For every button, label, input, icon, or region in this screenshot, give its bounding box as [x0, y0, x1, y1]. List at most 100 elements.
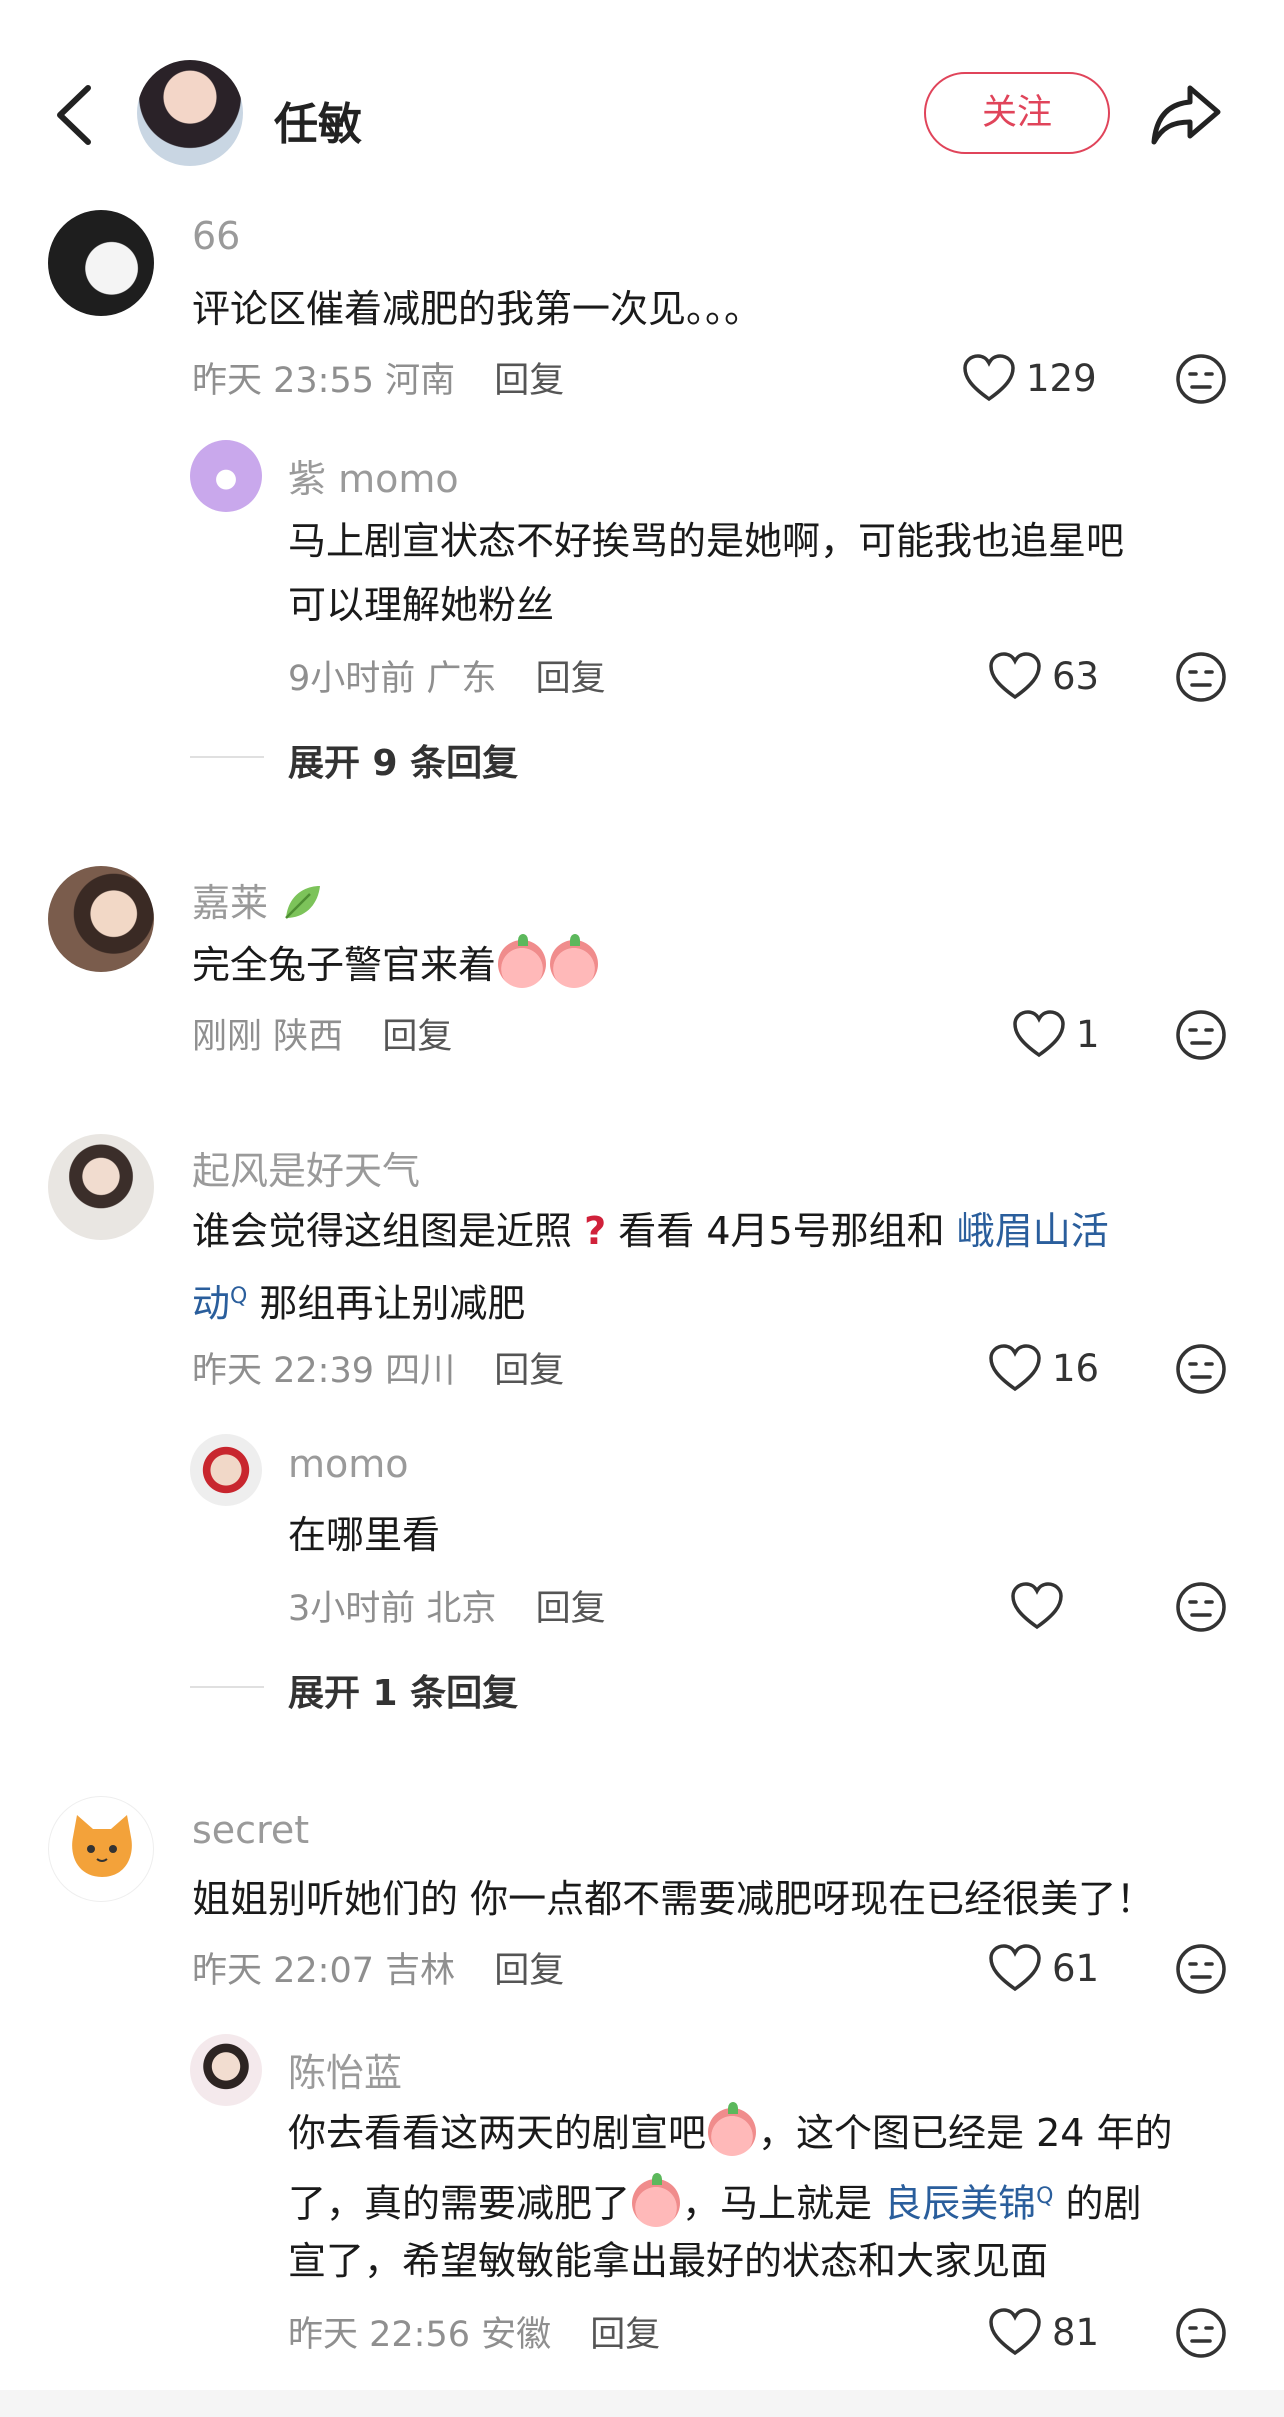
like-button[interactable]: 61 [988, 1940, 1099, 1996]
dislike-icon[interactable] [1174, 1942, 1228, 1996]
comment-text: 姐姐别听她们的 你一点都不需要减肥呀现在已经很美了！ [192, 1877, 1155, 1921]
topic-link[interactable]: 动 [192, 1282, 230, 1326]
reply-button[interactable]: 回复 [494, 1951, 564, 1991]
like-count: 16 [1052, 1346, 1100, 1390]
topic-link[interactable]: 良辰美锦 [884, 2182, 1036, 2226]
comment-username[interactable]: 起风是好天气 [192, 1140, 420, 1195]
comment-username[interactable]: secret [192, 1808, 309, 1852]
crying-peach-emoji-icon [498, 934, 547, 988]
dislike-icon[interactable] [1174, 352, 1228, 406]
reply-meta: 9小时前 广东 回复 [288, 650, 606, 701]
comment-location: 吉林 [385, 1951, 456, 1991]
reply-text-part: ，马上就是 [682, 2181, 885, 2226]
reply-button[interactable]: 回复 [382, 1017, 452, 1057]
topic-link[interactable]: 峨眉山活 [957, 1209, 1109, 1253]
reply-meta: 3小时前 北京 回复 [288, 1580, 606, 1631]
like-button[interactable] [1010, 1578, 1074, 1634]
comment-time: 刚刚 [192, 1017, 263, 1057]
reply-text: 在哪里看 [288, 1513, 441, 1557]
heart-icon [989, 1944, 1041, 1992]
like-count: 129 [1026, 356, 1097, 400]
user-avatar[interactable] [48, 1796, 154, 1902]
reply-location: 广东 [426, 659, 497, 699]
reply-text-part: 的剧 [1053, 2181, 1142, 2226]
dislike-icon[interactable] [1174, 1342, 1228, 1396]
comment-text: 完全兔子警官来着 [192, 932, 600, 998]
reply-button[interactable]: 回复 [536, 659, 606, 699]
reply-button[interactable]: 回复 [494, 1351, 564, 1391]
comment-username[interactable]: 嘉莱 [192, 872, 324, 927]
leaf-icon [285, 886, 321, 919]
divider-line [190, 756, 264, 758]
expand-replies-button[interactable]: 展开 9 条回复 [288, 734, 518, 786]
comment-meta: 刚刚 陕西 回复 [192, 1008, 452, 1059]
reply-text-part: ，这个图已经是 24 年的 [758, 2111, 1173, 2155]
like-count: 63 [1052, 654, 1100, 698]
comment-text-part: 看看 4月5号那组和 [606, 1209, 957, 1253]
like-count: 61 [1052, 1946, 1100, 1990]
dislike-icon[interactable] [1174, 650, 1228, 704]
heart-icon [1011, 1582, 1063, 1630]
cat-face-icon [72, 1815, 132, 1877]
heart-icon [963, 354, 1015, 402]
follow-button[interactable]: 关注 [924, 72, 1110, 154]
user-avatar[interactable] [48, 866, 154, 972]
author-name[interactable]: 任敏 [274, 88, 362, 152]
like-button[interactable]: 81 [988, 2304, 1099, 2360]
comment-username-text: 嘉莱 [192, 881, 269, 925]
comment-location: 四川 [385, 1351, 456, 1391]
reply-username[interactable]: 紫 momo [288, 448, 459, 503]
reply-text-line3: 宣了，希望敏敏能拿出最好的状态和大家见面 [288, 2239, 1049, 2283]
like-count: 1 [1076, 1012, 1100, 1056]
comment-text: 评论区催着减肥的我第一次见。。。 [192, 287, 763, 331]
dislike-icon[interactable] [1174, 1580, 1228, 1634]
share-icon[interactable] [1150, 82, 1222, 146]
reply-time: 昨天 22:56 [288, 2315, 470, 2355]
author-avatar[interactable] [137, 60, 243, 166]
like-button[interactable]: 129 [962, 350, 1097, 406]
reply-time: 9小时前 [288, 659, 416, 699]
divider-line [190, 1686, 264, 1688]
comment-time: 昨天 23:55 [192, 361, 374, 401]
comment-text-line2: 动Q 那组再让别减肥 [192, 1264, 525, 1337]
reply-text-line1: 马上剧宣状态不好挨骂的是她啊，可能我也追星吧 [288, 519, 1125, 563]
like-button[interactable]: 16 [988, 1340, 1099, 1396]
comment-location: 河南 [385, 361, 456, 401]
reply-text-line2: 可以理解她粉丝 [288, 583, 555, 627]
comment-location: 陕西 [273, 1017, 344, 1057]
comment-time: 昨天 22:39 [192, 1351, 374, 1391]
reply-button[interactable]: 回复 [590, 2315, 660, 2355]
question-mark-icon: ? [584, 1209, 607, 1253]
dislike-icon[interactable] [1174, 1008, 1228, 1062]
expand-replies-button[interactable]: 展开 1 条回复 [288, 1664, 518, 1716]
search-icon: Q [230, 1284, 248, 1309]
comment-text-line1: 谁会觉得这组图是近照 ? 看看 4月5号那组和 峨眉山活 [192, 1198, 1109, 1264]
comment-meta: 昨天 22:07 吉林 回复 [192, 1942, 564, 1993]
user-avatar[interactable] [48, 210, 154, 316]
comment-username[interactable]: 66 [192, 214, 240, 258]
user-avatar[interactable] [48, 1134, 154, 1240]
reply-text-part: 了，真的需要减肥了 [288, 2181, 631, 2226]
like-button[interactable]: 63 [988, 648, 1099, 704]
reply-user-avatar[interactable] [190, 440, 262, 512]
dislike-icon[interactable] [1174, 2306, 1228, 2360]
reply-location: 安徽 [481, 2315, 552, 2355]
reply-button[interactable]: 回复 [494, 361, 564, 401]
crying-peach-emoji-icon [708, 2102, 757, 2156]
search-icon: Q [1036, 2184, 1054, 2209]
reply-username[interactable]: 陈怡蓝 [288, 2042, 402, 2097]
back-arrow-icon[interactable] [52, 82, 96, 148]
top-bar: 任敏 关注 [0, 0, 1284, 205]
heart-icon [989, 652, 1041, 700]
reply-text-line1: 你去看看这两天的剧宣吧 ，这个图已经是 24 年的 [288, 2100, 1173, 2166]
reply-meta: 昨天 22:56 安徽 回复 [288, 2306, 660, 2357]
reply-username[interactable]: momo [288, 1442, 409, 1486]
heart-icon [989, 1344, 1041, 1392]
like-button[interactable]: 1 [1012, 1006, 1100, 1062]
reply-text-line2: 了，真的需要减肥了 ，马上就是 良辰美锦Q 的剧 [288, 2164, 1142, 2237]
reply-user-avatar[interactable] [190, 2034, 262, 2106]
reply-user-avatar[interactable] [190, 1434, 262, 1506]
reply-text-part: 你去看看这两天的剧宣吧 [288, 2111, 707, 2155]
heart-icon [1013, 1010, 1065, 1058]
reply-button[interactable]: 回复 [536, 1589, 606, 1629]
